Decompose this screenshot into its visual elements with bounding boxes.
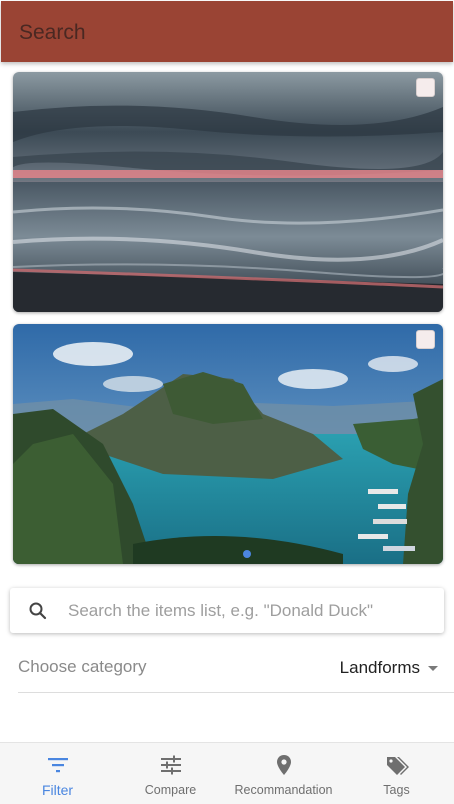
chevron-down-icon <box>428 665 438 671</box>
select-checkbox[interactable] <box>416 78 435 97</box>
nav-label-tags: Tags <box>383 783 410 797</box>
search-input[interactable] <box>68 588 434 633</box>
carousel-indicator-dot[interactable] <box>243 550 251 558</box>
location-pin-icon <box>276 755 291 775</box>
bottom-navigation: Filter Compare Recommandation Tags <box>0 742 454 804</box>
lagoon-islands-photo <box>13 324 443 564</box>
nav-item-filter[interactable]: Filter <box>1 743 114 804</box>
tune-sliders-icon <box>160 755 181 775</box>
category-selected-value: Landforms <box>339 658 420 677</box>
app-header: Search <box>1 1 453 62</box>
nav-label-recommendation: Recommandation <box>234 783 333 797</box>
image-card-lagoon-islands[interactable] <box>13 324 443 564</box>
category-dropdown[interactable]: Landforms <box>340 657 438 679</box>
nav-item-compare[interactable]: Compare <box>114 743 227 804</box>
app-root: Search Search the items list, e.g. "Dona… <box>0 0 454 804</box>
filter-icon <box>47 758 68 773</box>
nav-label-compare: Compare <box>144 783 197 797</box>
category-label: Choose category <box>18 657 147 676</box>
image-card-sunset-sea[interactable] <box>13 72 443 312</box>
tags-icon <box>386 757 409 775</box>
search-bar <box>10 588 444 633</box>
page-title: Search <box>19 21 86 44</box>
category-filter-row: Choose category Landforms <box>18 648 454 693</box>
nav-item-recommendation[interactable]: Recommandation <box>227 743 340 804</box>
search-icon <box>29 602 47 620</box>
select-checkbox[interactable] <box>416 330 435 349</box>
nav-label-filter: Filter <box>41 782 74 798</box>
nav-item-tags[interactable]: Tags <box>340 743 453 804</box>
sunset-sea-photo <box>13 72 443 312</box>
